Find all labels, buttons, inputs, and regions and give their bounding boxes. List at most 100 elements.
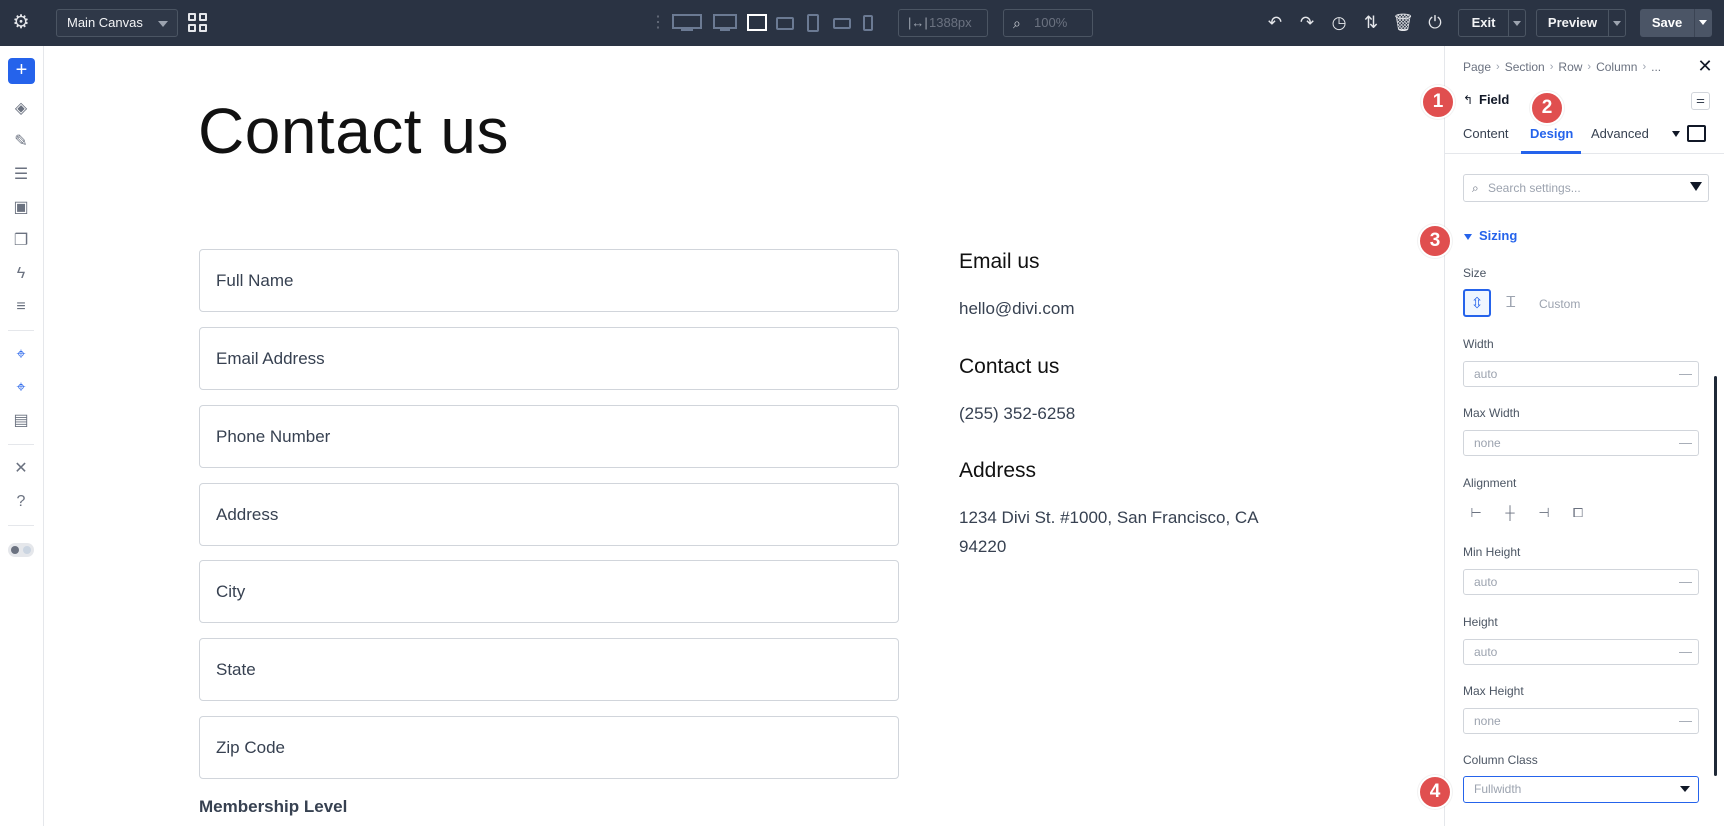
tab-content[interactable]: Content xyxy=(1463,126,1509,141)
pages-icon[interactable]: ❐ xyxy=(9,230,33,252)
breadcrumb-page[interactable]: Page xyxy=(1463,60,1491,74)
power-icon[interactable]: ⏻ xyxy=(1424,12,1446,34)
align-left-icon[interactable]: ⊢ xyxy=(1465,504,1487,522)
back-arrow-icon[interactable]: ↰ xyxy=(1463,93,1473,107)
lightning-icon[interactable]: ϟ xyxy=(9,263,33,285)
phone-icon[interactable] xyxy=(862,13,874,33)
top-toolbar: ⚙ Main Canvas ⋮ |↔| 1388px ⌕ 100% ↶ ↷ ◷ … xyxy=(0,0,1724,46)
breadcrumb-section[interactable]: Section xyxy=(1505,60,1545,74)
max-width-label: Max Width xyxy=(1463,406,1520,420)
email-heading: Email us xyxy=(959,250,1040,273)
tab-advanced[interactable]: Advanced xyxy=(1591,126,1649,141)
breadcrumb-row[interactable]: Row xyxy=(1558,60,1582,74)
help-icon[interactable]: ? xyxy=(9,491,33,513)
chevron-down-icon[interactable] xyxy=(1672,131,1680,137)
list-settings-icon[interactable]: ≡ xyxy=(9,296,33,318)
preview-dropdown-button[interactable] xyxy=(1608,9,1626,37)
contact-heading: Contact us xyxy=(959,355,1060,378)
caret-down-icon[interactable] xyxy=(1464,234,1472,240)
tablet-icon[interactable] xyxy=(806,13,820,33)
size-custom-option[interactable]: Custom xyxy=(1539,297,1580,311)
filter-icon[interactable] xyxy=(1690,182,1702,191)
phone-text: (255) 352-6258 xyxy=(959,404,1076,423)
max-height-input[interactable]: none — xyxy=(1463,708,1699,734)
email-address-field[interactable]: Email Address xyxy=(199,327,899,390)
exit-dropdown-button[interactable] xyxy=(1508,9,1526,37)
sliders-icon[interactable]: ⚌ xyxy=(1691,92,1710,110)
full-name-field[interactable]: Full Name xyxy=(199,249,899,312)
breadcrumb-more[interactable]: ... xyxy=(1651,60,1661,74)
max-height-label: Max Height xyxy=(1463,684,1524,698)
align-center-icon[interactable]: ┼ xyxy=(1499,504,1521,522)
chevron-down-icon xyxy=(1680,786,1690,792)
trash-icon[interactable]: 🗑 xyxy=(1392,12,1414,34)
save-dropdown-button[interactable] xyxy=(1694,9,1712,37)
search-icon: ⌕ xyxy=(1472,181,1479,195)
column-class-label: Column Class xyxy=(1463,753,1538,767)
template-icon[interactable]: ▣ xyxy=(9,197,33,219)
desktop-icon[interactable] xyxy=(713,13,737,33)
layers-icon[interactable]: ◈ xyxy=(9,98,33,120)
width-label: Width xyxy=(1463,337,1494,351)
breadcrumb-column[interactable]: Column xyxy=(1596,60,1637,74)
laptop-icon[interactable] xyxy=(747,13,767,33)
paint-icon[interactable]: ✎ xyxy=(9,131,33,153)
add-icon[interactable]: + xyxy=(8,58,35,84)
cursor-multi-icon[interactable]: ⌖ xyxy=(9,377,33,399)
tools-icon[interactable]: ✕ xyxy=(9,458,33,480)
more-options-icon[interactable]: ⋮ xyxy=(650,13,666,33)
height-input[interactable]: auto — xyxy=(1463,639,1699,665)
close-icon[interactable]: ✕ xyxy=(1695,56,1715,76)
width-value: auto xyxy=(1474,367,1498,381)
settings-panel: Page › Section › Row › Column › ... ✕ ↰ … xyxy=(1444,46,1724,826)
width-input[interactable]: auto — xyxy=(1463,361,1699,387)
redo-icon[interactable]: ↷ xyxy=(1296,12,1318,34)
layout-search-icon[interactable]: ▤ xyxy=(9,410,33,432)
canvas-select[interactable]: Main Canvas xyxy=(56,9,178,37)
history-icon[interactable]: ◷ xyxy=(1328,12,1350,34)
address-heading: Address xyxy=(959,459,1037,482)
panel-scrollbar[interactable] xyxy=(1714,376,1717,776)
database-icon[interactable]: ☰ xyxy=(9,164,33,186)
gear-icon[interactable]: ⚙ xyxy=(9,11,33,35)
alignment-label: Alignment xyxy=(1463,476,1517,490)
search-settings-input[interactable]: ⌕ Search settings... xyxy=(1463,174,1709,202)
min-height-label: Min Height xyxy=(1463,545,1521,559)
phone-number-field[interactable]: Phone Number xyxy=(199,405,899,468)
sort-icon[interactable]: ⇅ xyxy=(1360,12,1382,34)
chevron-down-icon xyxy=(1613,21,1621,26)
grid-icon[interactable] xyxy=(188,13,208,33)
align-right-icon[interactable]: ⊣ xyxy=(1533,504,1555,522)
address-field[interactable]: Address xyxy=(199,483,899,546)
tab-design[interactable]: Design xyxy=(1530,126,1573,141)
min-height-input[interactable]: auto — xyxy=(1463,569,1699,595)
unit-dash-icon: — xyxy=(1679,713,1692,728)
tablet-landscape-icon[interactable] xyxy=(776,13,794,33)
city-field[interactable]: City xyxy=(199,560,899,623)
exit-button[interactable]: Exit xyxy=(1458,9,1509,37)
breakpoint-icon[interactable] xyxy=(1687,125,1706,142)
column-class-value: Fullwidth xyxy=(1474,782,1522,796)
max-width-input[interactable]: none — xyxy=(1463,430,1699,456)
state-field[interactable]: State xyxy=(199,638,899,701)
chevron-right-icon: › xyxy=(1549,61,1554,73)
canvas-width-input[interactable]: |↔| 1388px xyxy=(898,9,988,37)
cursor-click-icon[interactable]: ⌖ xyxy=(9,344,33,366)
zip-code-field[interactable]: Zip Code xyxy=(199,716,899,779)
phone-landscape-icon[interactable] xyxy=(833,13,851,33)
undo-icon[interactable]: ↶ xyxy=(1264,12,1286,34)
align-justify-icon[interactable]: ⧠ xyxy=(1567,504,1589,522)
theme-toggle[interactable] xyxy=(8,543,34,557)
column-class-select[interactable]: Fullwidth xyxy=(1463,776,1699,803)
section-title-sizing[interactable]: Sizing xyxy=(1479,228,1517,243)
page-title[interactable]: Contact us xyxy=(198,94,509,168)
chevron-right-icon: › xyxy=(1496,61,1500,73)
size-fit-icon[interactable]: ⇳ xyxy=(1463,289,1491,317)
preview-button[interactable]: Preview xyxy=(1536,9,1609,37)
desktop-wide-icon[interactable] xyxy=(672,13,702,33)
size-height-icon[interactable]: Ꮖ xyxy=(1497,289,1525,317)
annotation-badge-2: 2 xyxy=(1530,91,1564,125)
unit-dash-icon: — xyxy=(1679,574,1692,589)
save-button[interactable]: Save xyxy=(1640,9,1694,37)
zoom-input[interactable]: ⌕ 100% xyxy=(1003,9,1093,37)
